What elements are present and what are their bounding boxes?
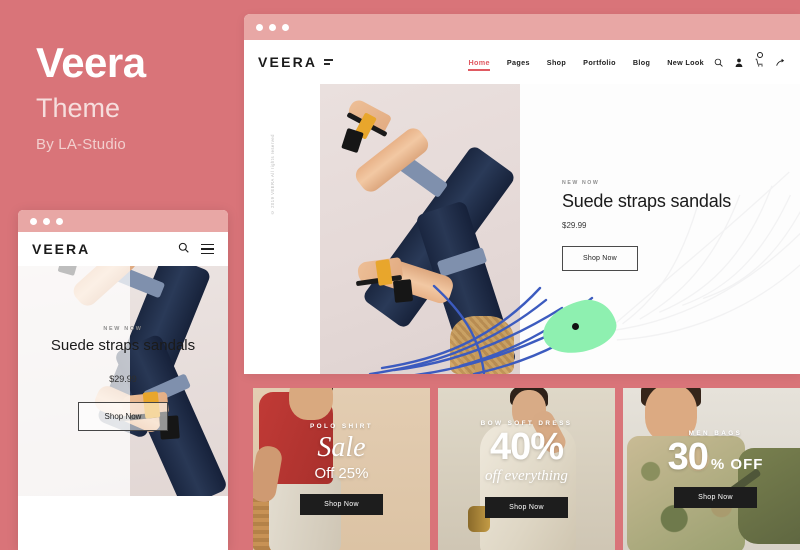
user-icon[interactable]	[735, 58, 743, 67]
share-icon[interactable]	[776, 58, 786, 67]
hero-product-price: $29.99	[562, 221, 587, 230]
search-icon[interactable]	[178, 240, 189, 258]
leaf-watermark-icon	[610, 171, 800, 341]
mobile-mockup: VEERA NEW NOW Suede straps sandals $29.9…	[18, 210, 228, 550]
mobile-hero-content: NEW NOW Suede straps sandals $29.99 Shop…	[18, 326, 228, 431]
mobile-hero-title: Suede straps sandals	[50, 337, 196, 354]
hero-shop-now-button[interactable]: Shop Now	[562, 246, 638, 271]
hero-left-rail: © 2019 VEERA All rights reserved	[244, 84, 320, 374]
promo-2-discount: 40%	[489, 425, 564, 468]
promo-card-polo-shirt[interactable]: POLO SHIRT Sale Off 25% Shop Now	[253, 388, 430, 550]
photo-wicker-stool-leg	[475, 344, 482, 374]
promo-2-subtitle: off everything	[485, 468, 568, 485]
mobile-browser-dot-maximize[interactable]	[56, 217, 63, 225]
copyright-vertical-note: © 2019 VEERA All rights reserved	[270, 134, 275, 216]
desktop-logo: VEERA	[258, 54, 318, 70]
nav-item-new-look[interactable]: New Look	[667, 58, 704, 67]
primary-navigation: Home Pages Shop Portfolio Blog New Look	[468, 58, 714, 71]
promo-1-shop-now-button[interactable]: Shop Now	[300, 494, 383, 515]
promo-card-row: POLO SHIRT Sale Off 25% Shop Now BOW SOF…	[253, 388, 800, 550]
nav-item-shop[interactable]: Shop	[547, 58, 566, 67]
photo-block-heel-2	[392, 279, 414, 303]
promo-3-discount: 30	[667, 435, 709, 478]
nav-item-pages[interactable]: Pages	[507, 58, 530, 67]
promo-card-bow-soft-dress[interactable]: BOW SOFT DRESS 40% off everything Shop N…	[438, 388, 615, 550]
mobile-hero-section: NEW NOW Suede straps sandals $29.99 Shop…	[18, 266, 228, 496]
promo-1-eyebrow: POLO SHIRT	[309, 423, 374, 430]
mobile-browser-dot-close[interactable]	[30, 217, 37, 225]
browser-dot-maximize[interactable]	[282, 23, 289, 31]
promo-1-subtitle: Off 25%	[314, 465, 369, 482]
nav-item-blog[interactable]: Blog	[633, 58, 650, 67]
header-icon-group	[714, 51, 800, 67]
promo-1-overlay: POLO SHIRT Sale Off 25% Shop Now	[253, 388, 430, 550]
hero-section: © 2019 VEERA All rights reserved NEW NOW…	[244, 84, 800, 374]
mobile-hero-price: $29.99	[109, 374, 137, 384]
promo-card-men-bags[interactable]: MEN BAGS 30 % OFF Shop Now	[623, 388, 800, 550]
browser-dot-minimize[interactable]	[269, 23, 276, 31]
promo-3-overlay: MEN BAGS 30 % OFF Shop Now	[623, 388, 800, 550]
cart-badge	[757, 51, 763, 58]
mobile-icon-group	[178, 240, 214, 258]
menu-icon[interactable]	[201, 243, 214, 255]
mobile-shop-now-button[interactable]: Shop Now	[77, 402, 169, 431]
hero-product-title: Suede straps sandals	[562, 191, 732, 211]
photo-wicker-stool	[450, 316, 514, 374]
branding-block: Veera Theme By LA-Studio	[36, 39, 236, 154]
mobile-browser-dot-minimize[interactable]	[43, 217, 50, 225]
hero-eyebrow: NEW NOW	[562, 180, 600, 186]
brand-subtitle: Theme	[36, 93, 121, 123]
brand-title: Veera	[36, 39, 146, 86]
search-icon[interactable]	[714, 58, 723, 67]
promo-1-script: Sale	[317, 432, 366, 463]
promo-3-discount-row: 30 % OFF	[667, 435, 764, 478]
mobile-footer-area	[18, 496, 228, 550]
promo-2-shop-now-button[interactable]: Shop Now	[485, 497, 568, 519]
desktop-mockup: VEERA Home Pages Shop Portfolio Blog New…	[244, 14, 800, 374]
hero-product-photo	[320, 84, 520, 374]
desktop-logo-zone[interactable]: VEERA	[244, 54, 334, 70]
mobile-hero-eyebrow: NEW NOW	[103, 326, 143, 332]
desktop-browser-bar	[244, 14, 800, 40]
promo-3-off-label: % OFF	[710, 455, 764, 473]
promo-3-shop-now-button[interactable]: Shop Now	[674, 487, 757, 509]
mobile-logo[interactable]: VEERA	[32, 241, 90, 257]
cart-icon[interactable]	[755, 51, 764, 67]
black-accent-dot	[572, 323, 579, 330]
nav-item-home[interactable]: Home	[468, 58, 491, 71]
brand-author: By LA-Studio	[36, 136, 126, 154]
browser-dot-close[interactable]	[256, 23, 263, 31]
mobile-site-header: VEERA	[18, 232, 228, 266]
site-header: VEERA Home Pages Shop Portfolio Blog New…	[244, 40, 800, 84]
menu-icon[interactable]	[324, 59, 334, 65]
promo-2-overlay: BOW SOFT DRESS 40% off everything Shop N…	[438, 388, 615, 550]
mobile-browser-bar	[18, 210, 228, 232]
nav-item-portfolio[interactable]: Portfolio	[583, 58, 616, 67]
